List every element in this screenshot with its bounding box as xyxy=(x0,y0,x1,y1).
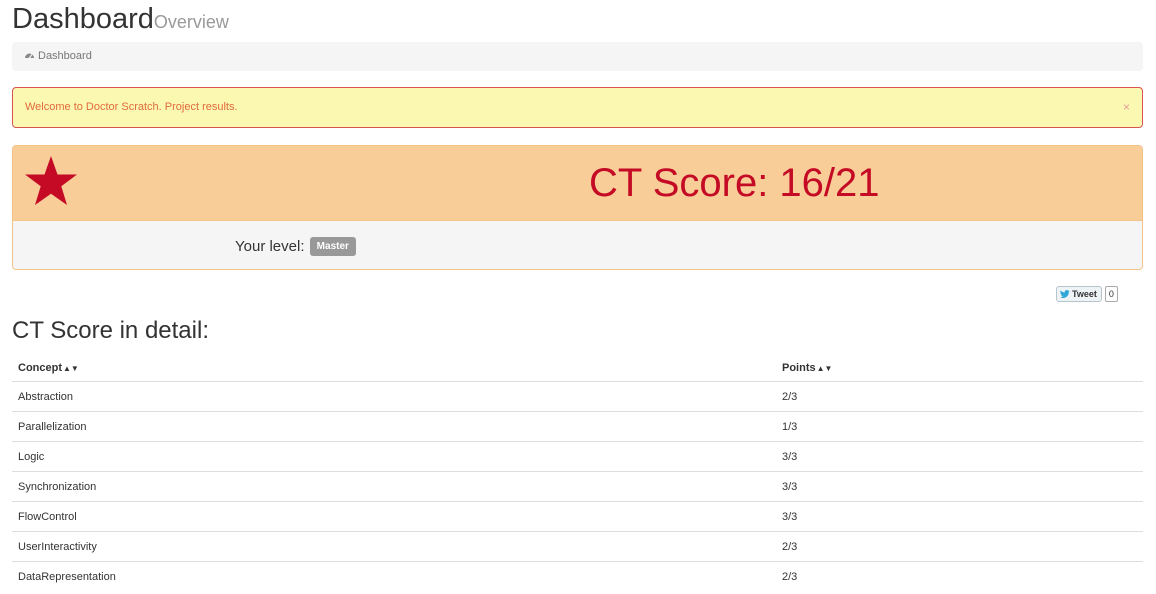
table-row: Parallelization 1/3 xyxy=(12,411,1143,442)
column-header-concept[interactable]: Concept▲▼ xyxy=(12,354,776,382)
tweet-label: Tweet xyxy=(1072,289,1097,299)
points-cell: 2/3 xyxy=(782,390,798,403)
level-badge: Master xyxy=(309,237,356,256)
points-cell: 3/3 xyxy=(776,501,1143,532)
sort-icon: ▲▼ xyxy=(816,363,833,373)
tweet-count: 0 xyxy=(1104,286,1118,302)
column-header-label: Concept xyxy=(18,361,62,374)
concept-cell: Abstraction xyxy=(18,390,74,403)
ct-score: CT Score: 16/21 xyxy=(589,161,880,205)
score-panel: CT Score: 16/21 Your level: Master xyxy=(12,145,1143,270)
page: DashboardOverview Dashboard Welcome to D… xyxy=(0,0,1156,594)
concept-cell: Synchronization xyxy=(12,471,776,502)
breadcrumb-item-dashboard[interactable]: Dashboard xyxy=(38,50,92,62)
twitter-bird-icon xyxy=(1060,290,1070,298)
concept-cell: Logic xyxy=(12,441,776,472)
page-header: DashboardOverview xyxy=(12,2,229,36)
dashboard-icon xyxy=(24,43,35,72)
concept-cell: Parallelization xyxy=(12,411,776,442)
points-cell: 3/3 xyxy=(776,471,1143,502)
page-title: Dashboard xyxy=(12,3,154,35)
page-subtitle: Overview xyxy=(153,12,229,32)
alert-message: Welcome to Doctor Scratch. Project resul… xyxy=(25,101,238,113)
table-row: Logic 3/3 xyxy=(12,441,1143,472)
column-header-label: Points xyxy=(782,361,816,374)
points-cell: 2/3 xyxy=(776,561,1143,591)
points-cell: 1/3 xyxy=(776,411,1143,442)
tweet-widget: Tweet 0 xyxy=(1056,286,1118,302)
table-row: FlowControl 3/3 xyxy=(12,501,1143,532)
table-row: Synchronization 3/3 xyxy=(12,471,1143,502)
table-row: DataRepresentation 2/3 xyxy=(12,561,1143,591)
ct-score-table: Concept▲▼ Points▲▼ Abstraction 2/3 Paral… xyxy=(12,354,1143,591)
breadcrumb: Dashboard xyxy=(12,42,1143,71)
level-label: Your level: xyxy=(235,238,305,255)
close-icon[interactable]: × xyxy=(1123,88,1130,127)
score-panel-body: Your level: Master xyxy=(13,221,1142,269)
points-cell: 2/3 xyxy=(776,531,1143,562)
level-row: Your level: Master xyxy=(235,237,356,256)
sort-icon: ▲▼ xyxy=(63,363,79,373)
table-row: UserInteractivity 2/3 xyxy=(12,531,1143,562)
concept-cell: DataRepresentation xyxy=(12,561,776,591)
score-panel-heading: CT Score: 16/21 xyxy=(13,146,1142,221)
detail-title: CT Score in detail: xyxy=(12,317,209,344)
concept-cell: UserInteractivity xyxy=(12,531,776,562)
concept-cell: FlowControl xyxy=(12,501,776,532)
table-header-row: Concept▲▼ Points▲▼ xyxy=(12,354,1143,382)
welcome-alert: Welcome to Doctor Scratch. Project resul… xyxy=(12,87,1143,128)
column-header-points[interactable]: Points▲▼ xyxy=(776,354,1143,382)
star-icon xyxy=(24,155,78,212)
table-row: Abstraction 2/3 xyxy=(12,382,1143,412)
points-cell: 3/3 xyxy=(776,441,1143,472)
tweet-button[interactable]: Tweet xyxy=(1056,286,1102,302)
